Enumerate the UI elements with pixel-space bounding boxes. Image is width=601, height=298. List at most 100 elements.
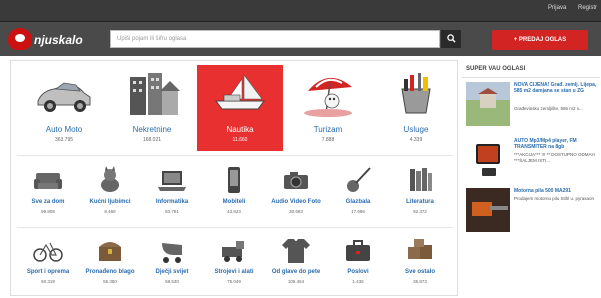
category-label: Literatura (406, 199, 434, 205)
ad-item[interactable]: AUTO Mp3/Mp4 player, FM TRANSMITER na 8g… (466, 138, 600, 190)
category-glazbala[interactable]: Glazbala 17.686 (327, 161, 389, 227)
search-icon (446, 34, 456, 43)
sidebar-title: SUPER VAU OGLASI (462, 60, 600, 78)
category-label: Audio Video Foto (271, 199, 321, 205)
category-audio-video-foto[interactable]: Audio Video Foto 30.683 (265, 161, 327, 227)
category-poslovi[interactable]: Poslovi 1.436 (327, 231, 389, 297)
logo[interactable]: njuskalo (4, 26, 96, 52)
category-strojevi-i-alati[interactable]: Strojevi i alati 75.049 (203, 231, 265, 297)
category-od-glave-do-pete[interactable]: Od glave do pete 105.464 (265, 231, 327, 297)
category-label: Kućni ljubimci (89, 199, 131, 205)
briefcase-icon (346, 240, 370, 261)
category-label: Glazbala (345, 199, 371, 205)
ad-title: Motorna pila 500 MA291 (514, 188, 571, 194)
featured-categories: Auto Moto 363.795 Nekretnine 168.021 Nau… (17, 65, 453, 155)
category-label: Od glave do pete (271, 269, 321, 275)
category-label: Poslovi (347, 269, 369, 275)
ad-item[interactable]: Motorna pila 500 MA291 Prodajem motornu … (466, 188, 600, 240)
ad-description: Građevinsko zemljište, 595 m2 s... (514, 106, 583, 111)
category-count: 30.683 (289, 209, 303, 214)
laptop-icon (158, 171, 186, 191)
category-mobiteli[interactable]: Mobiteli 43.823 (203, 161, 265, 227)
category-count: 83.791 (165, 209, 179, 214)
phone-icon (228, 167, 240, 193)
tools-icon (401, 73, 431, 114)
category-count: 1.436 (352, 279, 364, 284)
category-label: Auto Moto (45, 125, 83, 134)
category-count: 55.350 (103, 279, 117, 284)
category-count: 8.468 (104, 209, 116, 214)
logo-mascot-icon (8, 28, 32, 50)
stroller-icon (162, 243, 182, 263)
pet-icon (101, 166, 119, 192)
category-turizam[interactable]: Turizam 7.888 (285, 65, 371, 151)
search-button[interactable] (441, 30, 461, 48)
post-ad-button[interactable]: + PREDAJ OGLAS (492, 30, 588, 50)
category-count: 35.873 (413, 279, 427, 284)
category-usluge[interactable]: Usluge 4.339 (373, 65, 459, 151)
search-input[interactable]: Upiši pojam ili šifru oglasa (110, 30, 440, 48)
register-link[interactable]: Registr (578, 5, 597, 11)
category-label: Dječji svijet (155, 269, 189, 275)
header: njuskalo Upiši pojam ili šifru oglasa + … (0, 22, 601, 56)
category-count: 168.021 (142, 137, 162, 143)
category-auto-moto[interactable]: Auto Moto 363.795 (21, 65, 107, 151)
category-count: 4.339 (409, 137, 423, 143)
category-panel: Auto Moto 363.795 Nekretnine 168.021 Nau… (10, 60, 458, 296)
category-count: 75.049 (227, 279, 241, 284)
category-count: 363.795 (54, 137, 74, 143)
category-label: Informatika (155, 199, 189, 205)
ad-description: ***AKCIJA*** !!! ** DOSTUPNO ODMAH ***ŠA… (514, 152, 595, 163)
category-sport-i-oprema[interactable]: Sport i oprema 50.319 (17, 231, 79, 297)
ad-thumbnail (466, 82, 510, 126)
category-nekretnine[interactable]: Nekretnine 168.021 (109, 65, 195, 151)
top-links: Prijava Registr (538, 5, 597, 11)
category-count: 50.319 (41, 279, 55, 284)
books-icon (410, 168, 432, 191)
category-count: 99.808 (41, 209, 55, 214)
category-count: 92.372 (413, 209, 427, 214)
ad-item[interactable]: NOVA CIJENA! Građ. zemlj. Lijepa, 585 m2… (466, 82, 600, 134)
divider (17, 155, 453, 156)
category-count: 43.823 (227, 209, 241, 214)
category-label: Usluge (403, 125, 429, 134)
category-label: Sve ostalo (404, 269, 435, 275)
buildings-icon (130, 73, 180, 115)
divider (17, 227, 453, 228)
machine-icon (222, 241, 244, 262)
bicycle-icon (33, 242, 63, 262)
category-count: 105.464 (287, 279, 305, 284)
category-label: Pronađeno blago (85, 269, 135, 275)
login-link[interactable]: Prijava (548, 5, 566, 11)
category-djecji-svijet[interactable]: Dječji svijet 58.530 (141, 231, 203, 297)
sofa-icon (34, 173, 62, 189)
category-pronadeno-blago[interactable]: Pronađeno blago 55.350 (79, 231, 141, 297)
top-bar: Prijava Registr (0, 0, 601, 22)
category-nautika[interactable]: Nautika 11.660 (197, 65, 283, 151)
category-count: 11.660 (232, 137, 248, 143)
category-label: Turizam (313, 125, 343, 134)
category-label: Strojevi i alati (214, 269, 254, 275)
category-literatura[interactable]: Literatura 92.372 (389, 161, 451, 227)
category-kucni-ljubimci[interactable]: Kućni ljubimci 8.468 (79, 161, 141, 227)
beach-umbrella-icon (304, 77, 352, 117)
guitar-icon (347, 167, 371, 192)
category-label: Sve za dom (31, 199, 65, 205)
category-sve-za-dom[interactable]: Sve za dom 99.808 (17, 161, 79, 227)
boxes-icon (408, 239, 432, 259)
ad-description: Prodajem motornu pilu Stihl u. pyrasaon (514, 196, 595, 201)
treasure-icon (99, 242, 121, 261)
logo-text: njuskalo (34, 33, 83, 47)
clothes-icon (282, 239, 310, 263)
category-informatika[interactable]: Informatika 83.791 (141, 161, 203, 227)
category-count: 7.888 (321, 137, 335, 143)
ad-thumbnail (466, 188, 510, 232)
category-label: Nekretnine (132, 125, 172, 134)
ad-title: NOVA CIJENA! Građ. zemlj. Lijepa, 585 m2… (514, 82, 597, 94)
category-count: 17.686 (351, 209, 365, 214)
car-icon (37, 82, 91, 112)
category-label: Sport i oprema (26, 269, 70, 275)
super-ads-sidebar: SUPER VAU OGLASI NOVA CIJENA! Građ. zeml… (462, 60, 600, 296)
category-count: 58.530 (165, 279, 179, 284)
category-sve-ostalo[interactable]: Sve ostalo 35.873 (389, 231, 451, 297)
